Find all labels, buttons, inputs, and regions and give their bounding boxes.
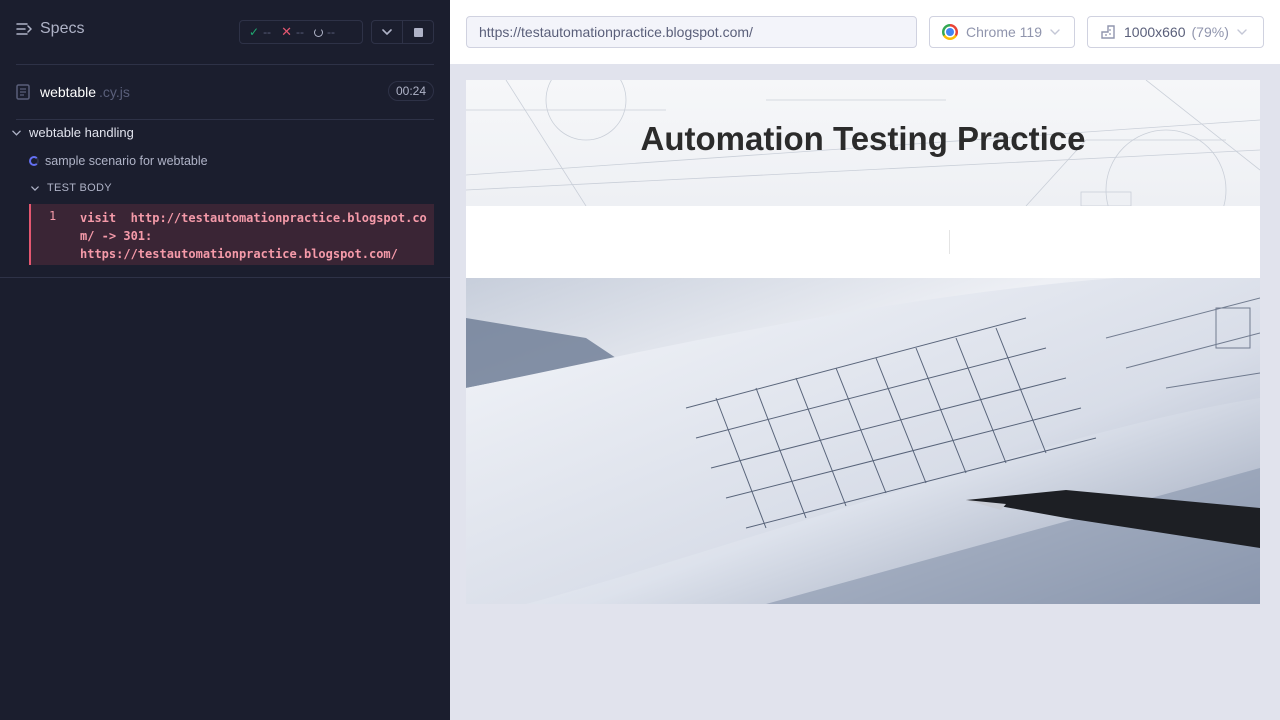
x-icon: ✕ <box>281 24 292 39</box>
failed-count: -- <box>295 25 304 39</box>
test-body-hook[interactable]: TEST BODY <box>31 182 112 194</box>
app-preview: https://testautomationpractice.blogspot.… <box>450 0 1280 720</box>
stop-icon <box>413 27 423 37</box>
ruler-icon <box>1101 25 1115 39</box>
viewport-scale: (79%) <box>1191 24 1229 40</box>
check-icon: ✓ <box>249 25 260 39</box>
running-spinner-icon <box>29 156 39 166</box>
chevron-down-icon <box>12 130 21 136</box>
test-row[interactable]: sample scenario for webtable <box>29 154 208 168</box>
header-background-image: Automation Testing Practice <box>466 80 1260 206</box>
passed-stat: ✓ -- <box>249 25 271 39</box>
failed-stat: ✕ -- <box>281 24 304 40</box>
stats-summary: ✓ -- ✕ -- -- <box>239 20 363 44</box>
nav-divider <box>949 230 950 254</box>
spec-divider <box>16 119 434 120</box>
browser-selector[interactable]: Chrome 119 <box>929 16 1075 48</box>
document-icon <box>16 84 30 100</box>
chrome-icon <box>942 24 958 40</box>
stop-button[interactable] <box>402 21 433 43</box>
browser-label: Chrome 119 <box>966 24 1043 40</box>
suite-title: webtable handling <box>29 125 134 140</box>
chevron-down-icon <box>1237 29 1247 35</box>
reporter-panel: Specs ✓ -- ✕ -- -- webtable .cy.js 00:24… <box>0 0 450 720</box>
suite-row[interactable]: webtable handling <box>12 125 134 140</box>
runnables-divider <box>0 277 450 278</box>
run-controls <box>371 20 434 44</box>
pending-icon <box>313 27 323 37</box>
header-divider <box>16 64 434 65</box>
reporter-header: Specs ✓ -- ✕ -- -- <box>0 0 450 64</box>
spec-name: webtable <box>40 84 97 100</box>
hero-blueprint-image <box>466 278 1260 604</box>
collapse-all-button[interactable] <box>372 21 402 43</box>
chevron-down-icon <box>382 29 393 35</box>
specs-label: Specs <box>40 20 85 37</box>
site-title: Automation Testing Practice <box>640 120 1086 157</box>
test-title: sample scenario for webtable <box>45 154 208 168</box>
command-row-visit[interactable]: 1 visit http://testautomationpractice.bl… <box>29 204 434 265</box>
spec-file-row[interactable]: webtable .cy.js 00:24 <box>16 80 434 104</box>
site-nav-band <box>466 206 1260 278</box>
hook-title: TEST BODY <box>47 182 112 194</box>
pending-stat: -- <box>313 25 335 39</box>
spec-extension: .cy.js <box>99 84 130 100</box>
chevron-down-icon <box>1050 29 1060 35</box>
chevron-down-icon <box>31 185 39 191</box>
aut-iframe[interactable]: Automation Testing Practice <box>466 80 1260 604</box>
specs-toggle-button[interactable]: Specs <box>16 20 84 38</box>
spec-duration: 00:24 <box>387 81 434 101</box>
app-header: https://testautomationpractice.blogspot.… <box>450 0 1280 64</box>
url-bar[interactable]: https://testautomationpractice.blogspot.… <box>466 16 917 48</box>
passed-count: -- <box>263 25 272 39</box>
url-text: https://testautomationpractice.blogspot.… <box>479 24 753 40</box>
command-message: visit http://testautomationpractice.blog… <box>80 211 427 261</box>
viewport-size: 1000x660 <box>1124 24 1186 40</box>
command-number: 1 <box>49 209 57 223</box>
pending-count: -- <box>326 25 335 39</box>
specs-list-icon <box>16 23 32 35</box>
viewport-selector[interactable]: 1000x660 (79%) <box>1087 16 1264 48</box>
